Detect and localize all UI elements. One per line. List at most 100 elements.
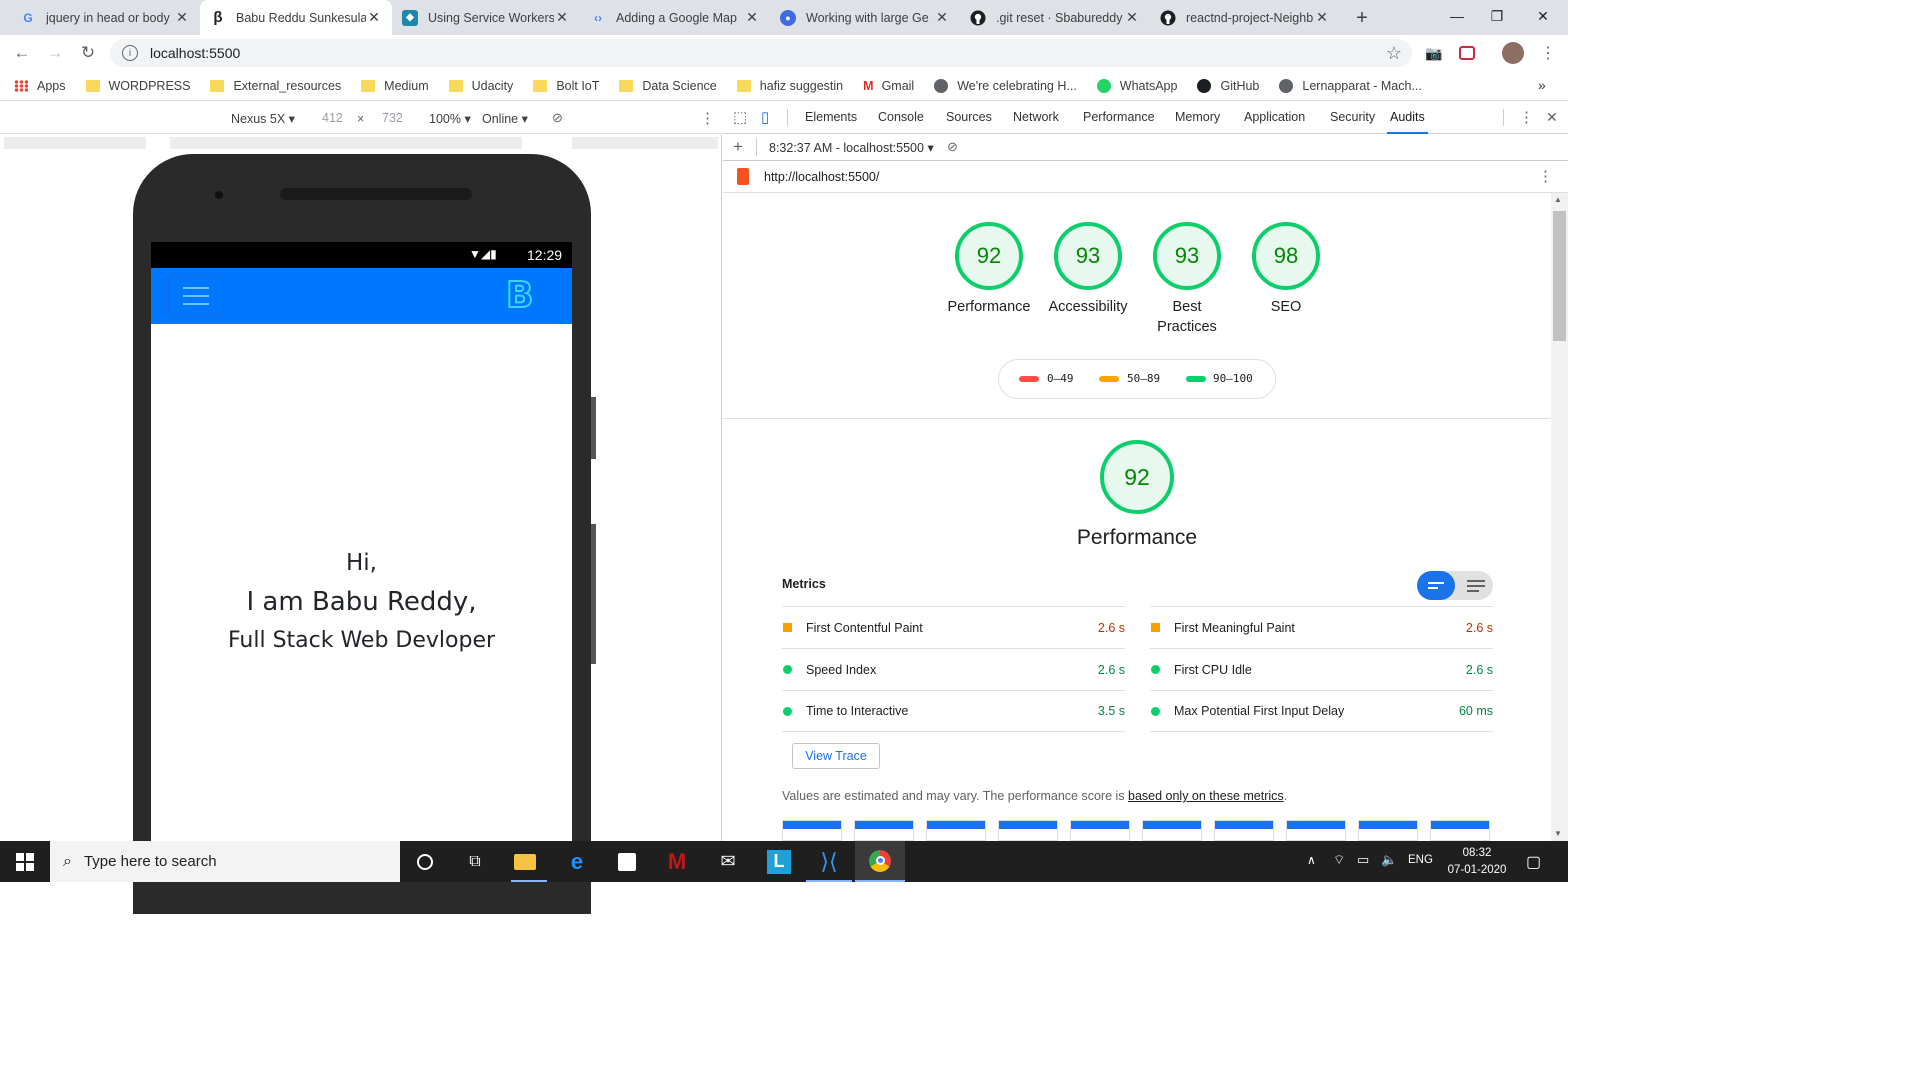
width-input[interactable]: 412 [322,111,343,125]
mail-icon[interactable]: ✉ [703,841,753,882]
metrics-link[interactable]: based only on these metrics [1128,789,1284,803]
vscode-icon[interactable]: ⟩⟨ [804,841,854,882]
devtools-menu-kebab-icon[interactable]: ⋮ [1519,101,1534,134]
score-gauge-best-practices[interactable]: 93 [1153,222,1221,290]
device-toggle-icon[interactable]: ▯ [761,101,769,134]
browser-tab[interactable]: ● Working with large Ge ✕ [770,0,960,35]
clear-icon[interactable]: ⊘ [947,139,958,155]
bookmark-folder[interactable]: External_resources [210,79,341,93]
zoom-select[interactable]: 100% ▾ [429,111,471,126]
browser-tab-active[interactable]: β Babu Reddu Sunkesula ✕ [200,0,392,35]
scrollbar-thumb[interactable] [1553,211,1566,341]
close-tab-icon[interactable]: ✕ [1124,9,1140,26]
tab-security[interactable]: Security [1330,101,1375,134]
report-scrollbar[interactable]: ▲ ▼ [1551,193,1568,841]
network-icon[interactable]: ⌔ [1333,852,1345,868]
bookmark-folder[interactable]: Bolt IoT [533,79,599,93]
edge-icon[interactable]: e [552,841,602,882]
profile-avatar[interactable] [1499,39,1527,67]
close-devtools-icon[interactable]: ✕ [1546,101,1558,134]
tab-console[interactable]: Console [878,101,924,134]
close-tab-icon[interactable]: ✕ [366,9,382,26]
bookmark-link[interactable]: We're celebrating H... [934,78,1077,93]
menu-kebab-icon[interactable]: ⋮ [1534,39,1562,67]
camera-extension-icon[interactable]: 📷 [1420,39,1448,67]
browser-tab[interactable]: G jquery in head or body ✕ [10,0,200,35]
close-tab-icon[interactable]: ✕ [174,9,190,26]
address-bar[interactable]: i localhost:5500 [110,39,1412,67]
language-indicator[interactable]: ENG [1408,854,1433,866]
rotate-icon[interactable]: ⊘ [552,110,563,126]
hamburger-menu-button[interactable] [168,275,224,316]
new-audit-icon[interactable]: + [733,137,743,157]
score-gauge-accessibility[interactable]: 93 [1054,222,1122,290]
scroll-down-icon[interactable]: ▼ [1554,829,1562,838]
cortana-icon[interactable] [400,841,450,882]
restore-button[interactable]: ❐ [1472,0,1522,32]
tab-performance[interactable]: Performance [1083,101,1155,134]
info-icon[interactable]: i [122,45,138,61]
tab-elements[interactable]: Elements [805,101,857,134]
tab-memory[interactable]: Memory [1175,101,1220,134]
bookmark-whatsapp[interactable]: WhatsApp [1096,78,1177,93]
score-gauge-performance[interactable]: 92 [955,222,1023,290]
bookmark-folder[interactable]: Udacity [448,79,513,93]
site-logo[interactable]: B [505,275,534,317]
back-button[interactable]: ← [8,39,36,67]
taskbar-clock[interactable]: 08:32 07-01-2020 [1442,845,1512,879]
browser-tab[interactable]: ◆ Using Service Workers ✕ [392,0,580,35]
score-gauge-seo[interactable]: 98 [1252,222,1320,290]
notifications-icon[interactable]: ▢ [1526,852,1541,872]
file-explorer-icon[interactable] [500,841,550,882]
bookmark-folder[interactable]: Data Science [619,79,717,93]
audit-session-select[interactable]: 8:32:37 AM - localhost:5500 ▾ [769,140,934,155]
close-window-button[interactable]: ✕ [1518,0,1568,32]
bookmark-folder[interactable]: hafiz suggestin [736,79,843,93]
device-select[interactable]: Nexus 5X ▾ [231,111,295,126]
bookmark-apps[interactable]: Apps [14,79,66,93]
tab-application[interactable]: Application [1244,101,1305,134]
chrome-icon[interactable] [855,841,905,882]
browser-tab[interactable]: .git reset · Sbabureddy ✕ [960,0,1150,35]
close-tab-icon[interactable]: ✕ [744,9,760,26]
tab-network[interactable]: Network [1013,101,1059,134]
more-bookmarks-icon[interactable]: » [1538,77,1546,93]
view-trace-button[interactable]: View Trace [792,743,880,769]
tab-sources[interactable]: Sources [946,101,992,134]
compact-view-icon[interactable] [1417,571,1455,600]
taskbar-search-box[interactable]: ⌕ Type here to search [50,841,400,882]
media-query-bar[interactable] [4,137,718,149]
reload-button[interactable]: ↻ [74,39,102,67]
store-icon[interactable] [602,841,652,882]
lernapparat-icon[interactable]: L [754,841,804,882]
scroll-up-icon[interactable]: ▲ [1554,195,1562,204]
close-tab-icon[interactable]: ✕ [934,9,950,26]
forward-button[interactable]: → [41,39,69,67]
windows-start-icon[interactable] [0,841,50,882]
browser-tab[interactable]: reactnd-project-Neighb ✕ [1150,0,1340,35]
report-url[interactable]: http://localhost:5500/ [764,170,879,184]
volume-icon[interactable]: 🔈 [1381,852,1397,868]
tab-audits[interactable]: Audits [1387,101,1428,134]
network-throttle-select[interactable]: Online ▾ [482,111,528,126]
expanded-view-icon[interactable] [1459,571,1493,600]
close-tab-icon[interactable]: ✕ [554,9,570,26]
height-input[interactable]: 732 [382,111,403,125]
pocket-extension-icon[interactable] [1453,39,1481,67]
battery-icon[interactable]: ▭ [1357,852,1369,868]
bookmark-star-icon[interactable]: ☆ [1380,39,1408,67]
new-tab-button[interactable]: + [1348,4,1376,32]
bookmark-link[interactable]: Lernapparat - Mach... [1279,78,1422,93]
metrics-view-toggle[interactable] [1417,571,1493,600]
browser-tab[interactable]: ‹› Adding a Google Map ✕ [580,0,770,35]
mcafee-icon[interactable]: M [652,841,702,882]
bookmark-folder[interactable]: Medium [361,79,429,93]
bookmark-folder[interactable]: WORDPRESS [85,79,190,93]
close-tab-icon[interactable]: ✕ [1314,9,1330,26]
inspect-element-icon[interactable]: ⬚ [733,101,747,134]
task-view-icon[interactable]: ⧉ [450,841,500,882]
tray-chevron-icon[interactable]: ∧ [1307,853,1316,867]
device-menu-kebab-icon[interactable]: ⋮ [700,109,715,127]
bookmark-github[interactable]: GitHub [1197,78,1259,93]
report-menu-kebab-icon[interactable]: ⋮ [1538,167,1553,185]
